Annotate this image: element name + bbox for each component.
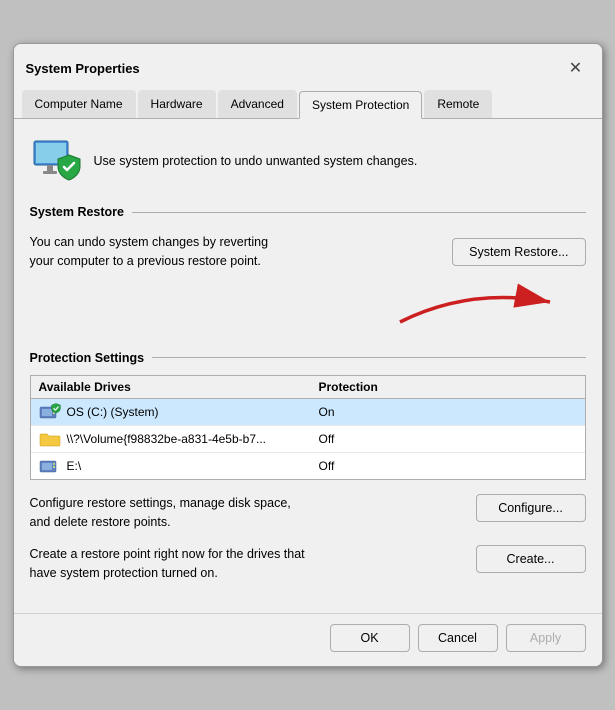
system-restore-description: You can undo system changes by reverting… bbox=[30, 233, 269, 271]
create-row: Create a restore point right now for the… bbox=[30, 545, 586, 583]
tab-remote[interactable]: Remote bbox=[424, 90, 492, 118]
create-description: Create a restore point right now for the… bbox=[30, 545, 305, 583]
protection-settings-label: Protection Settings bbox=[30, 351, 145, 365]
tab-system-protection[interactable]: System Protection bbox=[299, 91, 422, 119]
drive-name: E:\ bbox=[67, 459, 82, 473]
system-properties-dialog: System Properties ✕ Computer Name Hardwa… bbox=[13, 43, 603, 667]
tab-advanced[interactable]: Advanced bbox=[218, 90, 297, 118]
info-row: Use system protection to undo unwanted s… bbox=[30, 135, 586, 187]
protection-status: Off bbox=[319, 459, 577, 473]
apply-button[interactable]: Apply bbox=[506, 624, 586, 652]
drive-name: \\?\Volume{f98832be-a831-4e5b-b7... bbox=[67, 432, 267, 446]
drive-protected-icon bbox=[39, 403, 61, 421]
drive-name: OS (C:) (System) bbox=[67, 405, 159, 419]
close-button[interactable]: ✕ bbox=[562, 54, 590, 82]
table-header: Available Drives Protection bbox=[31, 376, 585, 399]
drive-name-cell: E:\ bbox=[39, 457, 319, 475]
header-drives: Available Drives bbox=[39, 380, 319, 394]
create-button[interactable]: Create... bbox=[476, 545, 586, 573]
tab-bar: Computer Name Hardware Advanced System P… bbox=[14, 82, 602, 119]
protection-settings-divider bbox=[152, 357, 585, 358]
info-text: Use system protection to undo unwanted s… bbox=[94, 153, 418, 171]
table-row[interactable]: \\?\Volume{f98832be-a831-4e5b-b7... Off bbox=[31, 426, 585, 453]
protection-settings-header: Protection Settings bbox=[30, 351, 586, 365]
cancel-button[interactable]: Cancel bbox=[418, 624, 498, 652]
ok-button[interactable]: OK bbox=[330, 624, 410, 652]
tab-hardware[interactable]: Hardware bbox=[138, 90, 216, 118]
table-row[interactable]: OS (C:) (System) On bbox=[31, 399, 585, 426]
dialog-title: System Properties bbox=[26, 61, 140, 76]
content-area: Use system protection to undo unwanted s… bbox=[14, 119, 602, 613]
protection-status: On bbox=[319, 405, 577, 419]
configure-button[interactable]: Configure... bbox=[476, 494, 586, 522]
system-restore-header: System Restore bbox=[30, 205, 586, 219]
arrow-icon bbox=[390, 277, 570, 332]
title-bar: System Properties ✕ bbox=[14, 44, 602, 82]
arrow-container bbox=[30, 287, 586, 337]
drive-folder-icon bbox=[39, 430, 61, 448]
system-restore-divider bbox=[132, 212, 586, 213]
drive-name-cell: \\?\Volume{f98832be-a831-4e5b-b7... bbox=[39, 430, 319, 448]
drive-name-cell: OS (C:) (System) bbox=[39, 403, 319, 421]
system-restore-label: System Restore bbox=[30, 205, 125, 219]
drives-table: Available Drives Protection bbox=[30, 375, 586, 480]
header-protection: Protection bbox=[319, 380, 577, 394]
protection-settings-section: Protection Settings Available Drives Pro… bbox=[30, 351, 586, 480]
drive-plain-icon bbox=[39, 457, 61, 475]
tab-computer-name[interactable]: Computer Name bbox=[22, 90, 136, 118]
protection-icon bbox=[30, 135, 82, 187]
system-restore-button[interactable]: System Restore... bbox=[452, 238, 585, 266]
protection-status: Off bbox=[319, 432, 577, 446]
system-restore-section: System Restore You can undo system chang… bbox=[30, 205, 586, 337]
configure-row: Configure restore settings, manage disk … bbox=[30, 494, 586, 532]
configure-description: Configure restore settings, manage disk … bbox=[30, 494, 291, 532]
dialog-footer: OK Cancel Apply bbox=[14, 613, 602, 666]
table-row[interactable]: E:\ Off bbox=[31, 453, 585, 479]
